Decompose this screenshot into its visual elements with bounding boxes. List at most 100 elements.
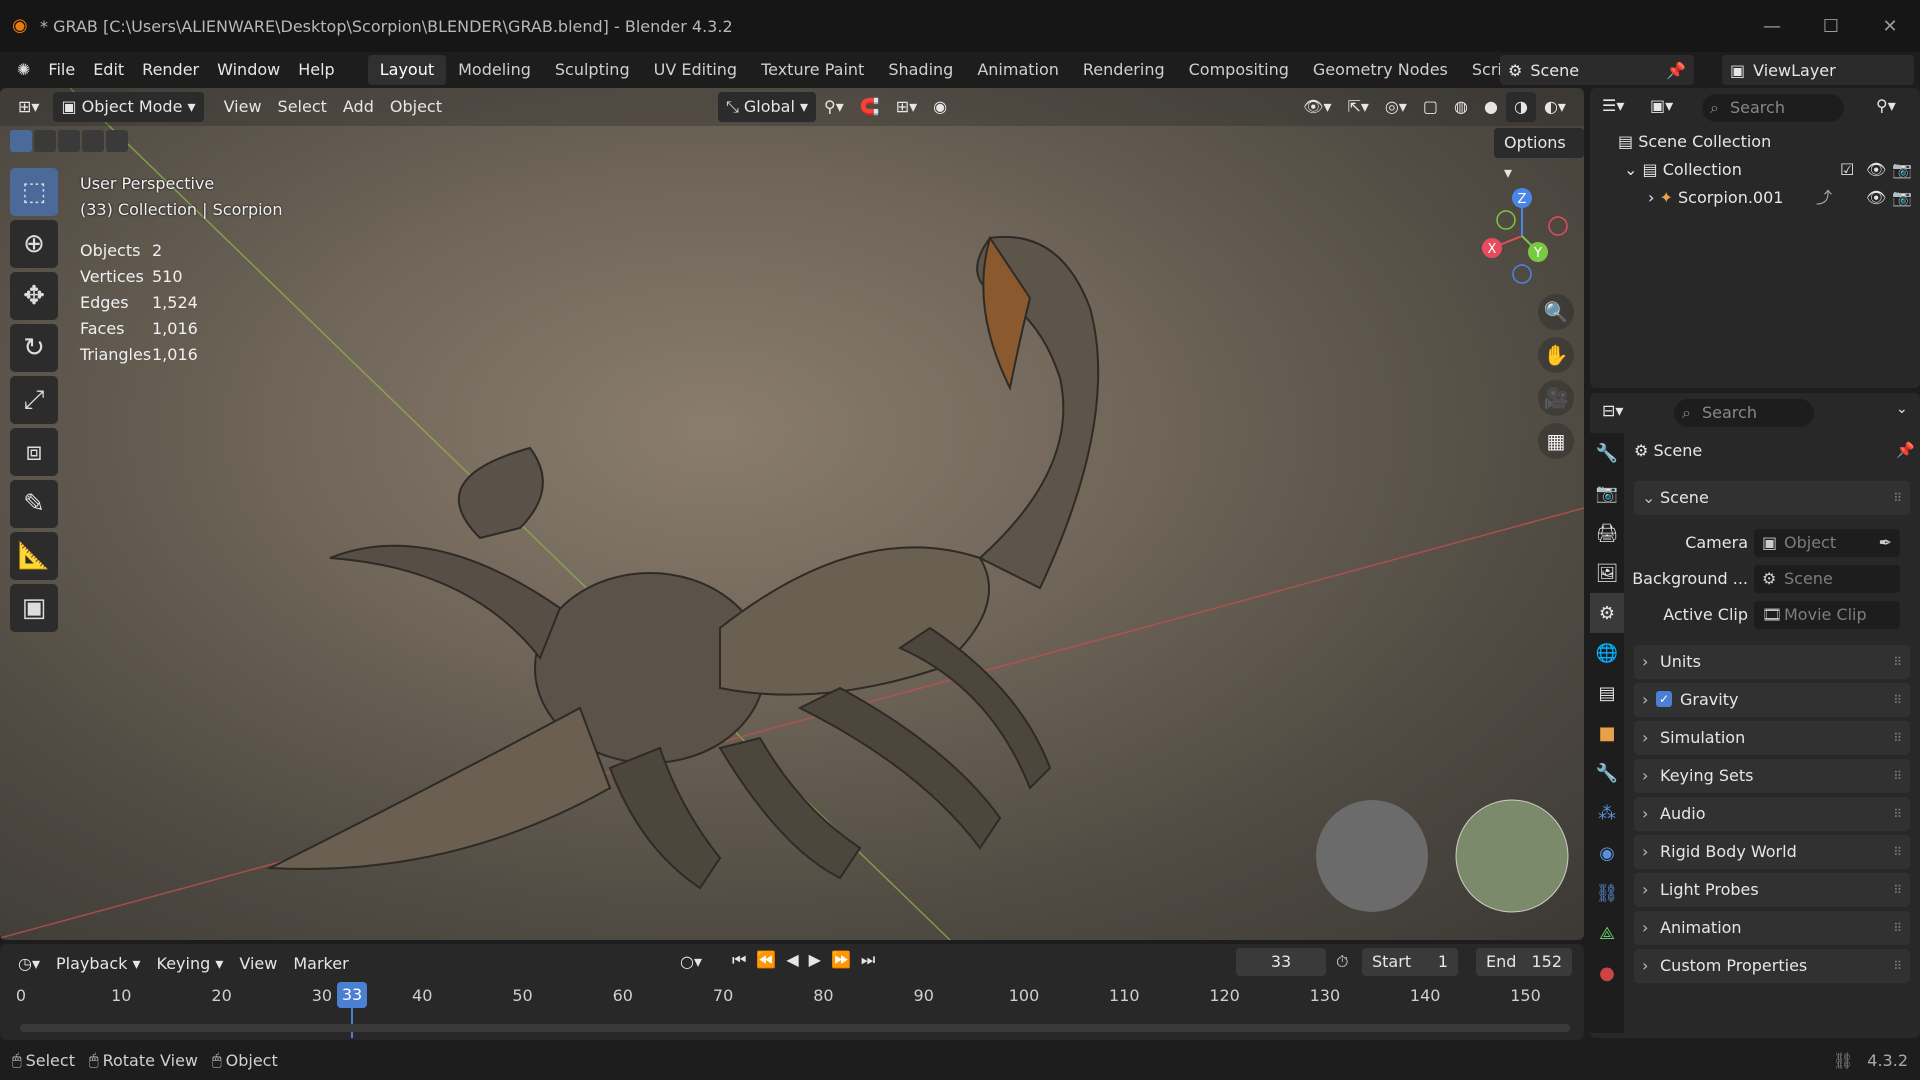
pin-icon[interactable]: 📌: [1666, 61, 1686, 80]
snap-icon[interactable]: 🧲: [852, 92, 888, 122]
drag-handle-icon[interactable]: ⠿: [1893, 873, 1902, 907]
outliner-item-scorpion[interactable]: › ✦ Scorpion.001 ⤴ 👁 📷: [1590, 184, 1920, 212]
drag-handle-icon[interactable]: ⠿: [1893, 683, 1902, 717]
snap-target-icon[interactable]: ⊞▾: [888, 92, 925, 122]
data-tab-icon[interactable]: ⟁: [1590, 913, 1624, 953]
shading-rendered-icon[interactable]: ◐▾: [1536, 92, 1574, 122]
menu-file[interactable]: File: [39, 55, 84, 85]
drag-handle-icon[interactable]: ⠿: [1893, 645, 1902, 679]
menu-keying[interactable]: Keying ▾: [149, 954, 232, 973]
properties-search-input[interactable]: ⌕ Search: [1674, 399, 1814, 427]
options-dropdown[interactable]: Options ▾: [1494, 128, 1584, 182]
menu-object[interactable]: Object: [382, 92, 450, 122]
blender-menu-icon[interactable]: ✺: [8, 55, 39, 85]
menu-timeline-view[interactable]: View: [231, 954, 285, 973]
menu-render[interactable]: Render: [133, 55, 208, 85]
drag-handle-icon[interactable]: ⠿: [1893, 481, 1902, 515]
maximize-icon[interactable]: ☐: [1818, 14, 1844, 40]
gizmo-toggle-icon[interactable]: ⇱▾: [1339, 92, 1376, 122]
close-icon[interactable]: ✕: [1877, 14, 1903, 40]
material-tab-icon[interactable]: ●: [1590, 953, 1624, 993]
camera-field[interactable]: ▣ Object ✒: [1754, 529, 1900, 557]
constraint-icon[interactable]: ⤴: [1816, 184, 1832, 212]
drag-handle-icon[interactable]: ⠿: [1893, 911, 1902, 945]
tab-texture-paint[interactable]: Texture Paint: [749, 55, 876, 85]
eye-icon[interactable]: 👁: [1866, 184, 1886, 212]
minimize-icon[interactable]: —: [1759, 14, 1785, 40]
end-frame-field[interactable]: End 152: [1476, 948, 1572, 976]
tab-animation[interactable]: Animation: [965, 55, 1071, 85]
auto-keying-icon[interactable]: ○▾: [680, 952, 702, 971]
shading-solid-icon[interactable]: ●: [1476, 92, 1506, 122]
play-reverse-icon[interactable]: ◀: [786, 950, 798, 970]
tab-geometry-nodes[interactable]: Geometry Nodes: [1301, 55, 1460, 85]
chevron-right-icon[interactable]: ›: [1648, 188, 1659, 207]
background-scene-field[interactable]: ⚙ Scene: [1754, 565, 1900, 593]
overlay-toggle-icon[interactable]: ◎▾: [1377, 92, 1415, 122]
outliner-item-scene-collection[interactable]: ▤ Scene Collection: [1590, 128, 1920, 156]
drag-handle-icon[interactable]: ⠿: [1893, 759, 1902, 793]
constraints-tab-icon[interactable]: ⛓: [1590, 873, 1624, 913]
menu-marker[interactable]: Marker: [285, 954, 356, 973]
tab-shading[interactable]: Shading: [876, 55, 965, 85]
display-mode-icon[interactable]: ▣▾: [1650, 96, 1673, 115]
panel-simulation[interactable]: › Simulation ⠿: [1634, 721, 1910, 755]
next-keyframe-icon[interactable]: ⏩: [831, 950, 851, 970]
timeline-editor-type-icon[interactable]: ◷▾: [10, 954, 48, 973]
modifier-tab-icon[interactable]: 🔧: [1590, 753, 1624, 793]
collection-tab-icon[interactable]: ▤: [1590, 673, 1624, 713]
panel-light-probes[interactable]: › Light Probes ⠿: [1634, 873, 1910, 907]
tab-layout[interactable]: Layout: [367, 55, 447, 85]
camera-view-icon[interactable]: 🎥: [1538, 380, 1574, 416]
pivot-icon[interactable]: ⚲▾: [816, 92, 852, 122]
outliner-item-collection[interactable]: ⌄ ▤ Collection ☑ 👁 📷: [1590, 156, 1920, 184]
panel-audio[interactable]: › Audio ⠿: [1634, 797, 1910, 831]
transform-tool-icon[interactable]: ⧈: [10, 428, 58, 476]
panel-keying-sets[interactable]: › Keying Sets ⠿: [1634, 759, 1910, 793]
scene-tab-icon[interactable]: ⚙: [1590, 593, 1624, 633]
filter-icon[interactable]: ⚲▾: [1876, 96, 1896, 115]
play-icon[interactable]: ▶: [809, 950, 821, 970]
cursor-tool-icon[interactable]: ⊕: [10, 220, 58, 268]
panel-units[interactable]: › Units ⠿: [1634, 645, 1910, 679]
menu-help[interactable]: Help: [289, 55, 343, 85]
eyedropper-icon[interactable]: ✒: [1879, 529, 1892, 557]
chevron-down-icon[interactable]: ⌄: [1896, 401, 1908, 417]
drag-handle-icon[interactable]: ⠿: [1893, 721, 1902, 755]
panel-scene[interactable]: ⌄ Scene ⠿: [1634, 481, 1910, 515]
pin-icon[interactable]: 📌: [1896, 441, 1915, 459]
select-box-new-icon[interactable]: [10, 130, 32, 152]
panel-custom-properties[interactable]: › Custom Properties ⠿: [1634, 949, 1910, 983]
scale-tool-icon[interactable]: ⤢: [10, 376, 58, 424]
navigation-gizmo[interactable]: Z X Y: [1470, 178, 1580, 288]
drag-handle-icon[interactable]: ⠿: [1893, 835, 1902, 869]
select-tool-icon[interactable]: ⬚: [10, 168, 58, 216]
camera-icon[interactable]: 📷: [1892, 184, 1912, 212]
camera-icon[interactable]: 📷: [1892, 156, 1912, 184]
checkbox-icon[interactable]: ☑: [1840, 156, 1854, 184]
output-tab-icon[interactable]: 🖨: [1590, 513, 1624, 553]
menu-playback[interactable]: Playback ▾: [48, 954, 149, 973]
panel-gravity[interactable]: › ✓ Gravity ⠿: [1634, 683, 1910, 717]
outliner-search-input[interactable]: ⌕ Search: [1702, 94, 1844, 122]
zoom-icon[interactable]: 🔍: [1538, 294, 1574, 330]
current-frame-field[interactable]: 33: [1236, 948, 1326, 976]
world-tab-icon[interactable]: 🌐: [1590, 633, 1624, 673]
view-layer-tab-icon[interactable]: 🖼: [1590, 553, 1624, 593]
eye-icon[interactable]: 👁: [1866, 156, 1886, 184]
tab-uv-editing[interactable]: UV Editing: [642, 55, 749, 85]
menu-add[interactable]: Add: [335, 92, 382, 122]
orientation-dropdown[interactable]: ⤡ Global ▾: [717, 92, 817, 122]
scene-selector[interactable]: ⚙ Scene 📌: [1500, 55, 1694, 85]
menu-window[interactable]: Window: [208, 55, 289, 85]
shading-material-icon[interactable]: ◑: [1505, 92, 1536, 122]
stopwatch-icon[interactable]: ⏱: [1336, 952, 1348, 972]
drag-handle-icon[interactable]: ⠿: [1893, 949, 1902, 983]
proportional-edit-icon[interactable]: ◉: [925, 92, 955, 122]
select-intersect-icon[interactable]: [106, 130, 128, 152]
tab-sculpting[interactable]: Sculpting: [543, 55, 642, 85]
move-tool-icon[interactable]: ✥: [10, 272, 58, 320]
start-frame-field[interactable]: Start 1: [1362, 948, 1458, 976]
tab-compositing[interactable]: Compositing: [1177, 55, 1301, 85]
mode-dropdown[interactable]: ▣ Object Mode ▾: [53, 92, 204, 122]
